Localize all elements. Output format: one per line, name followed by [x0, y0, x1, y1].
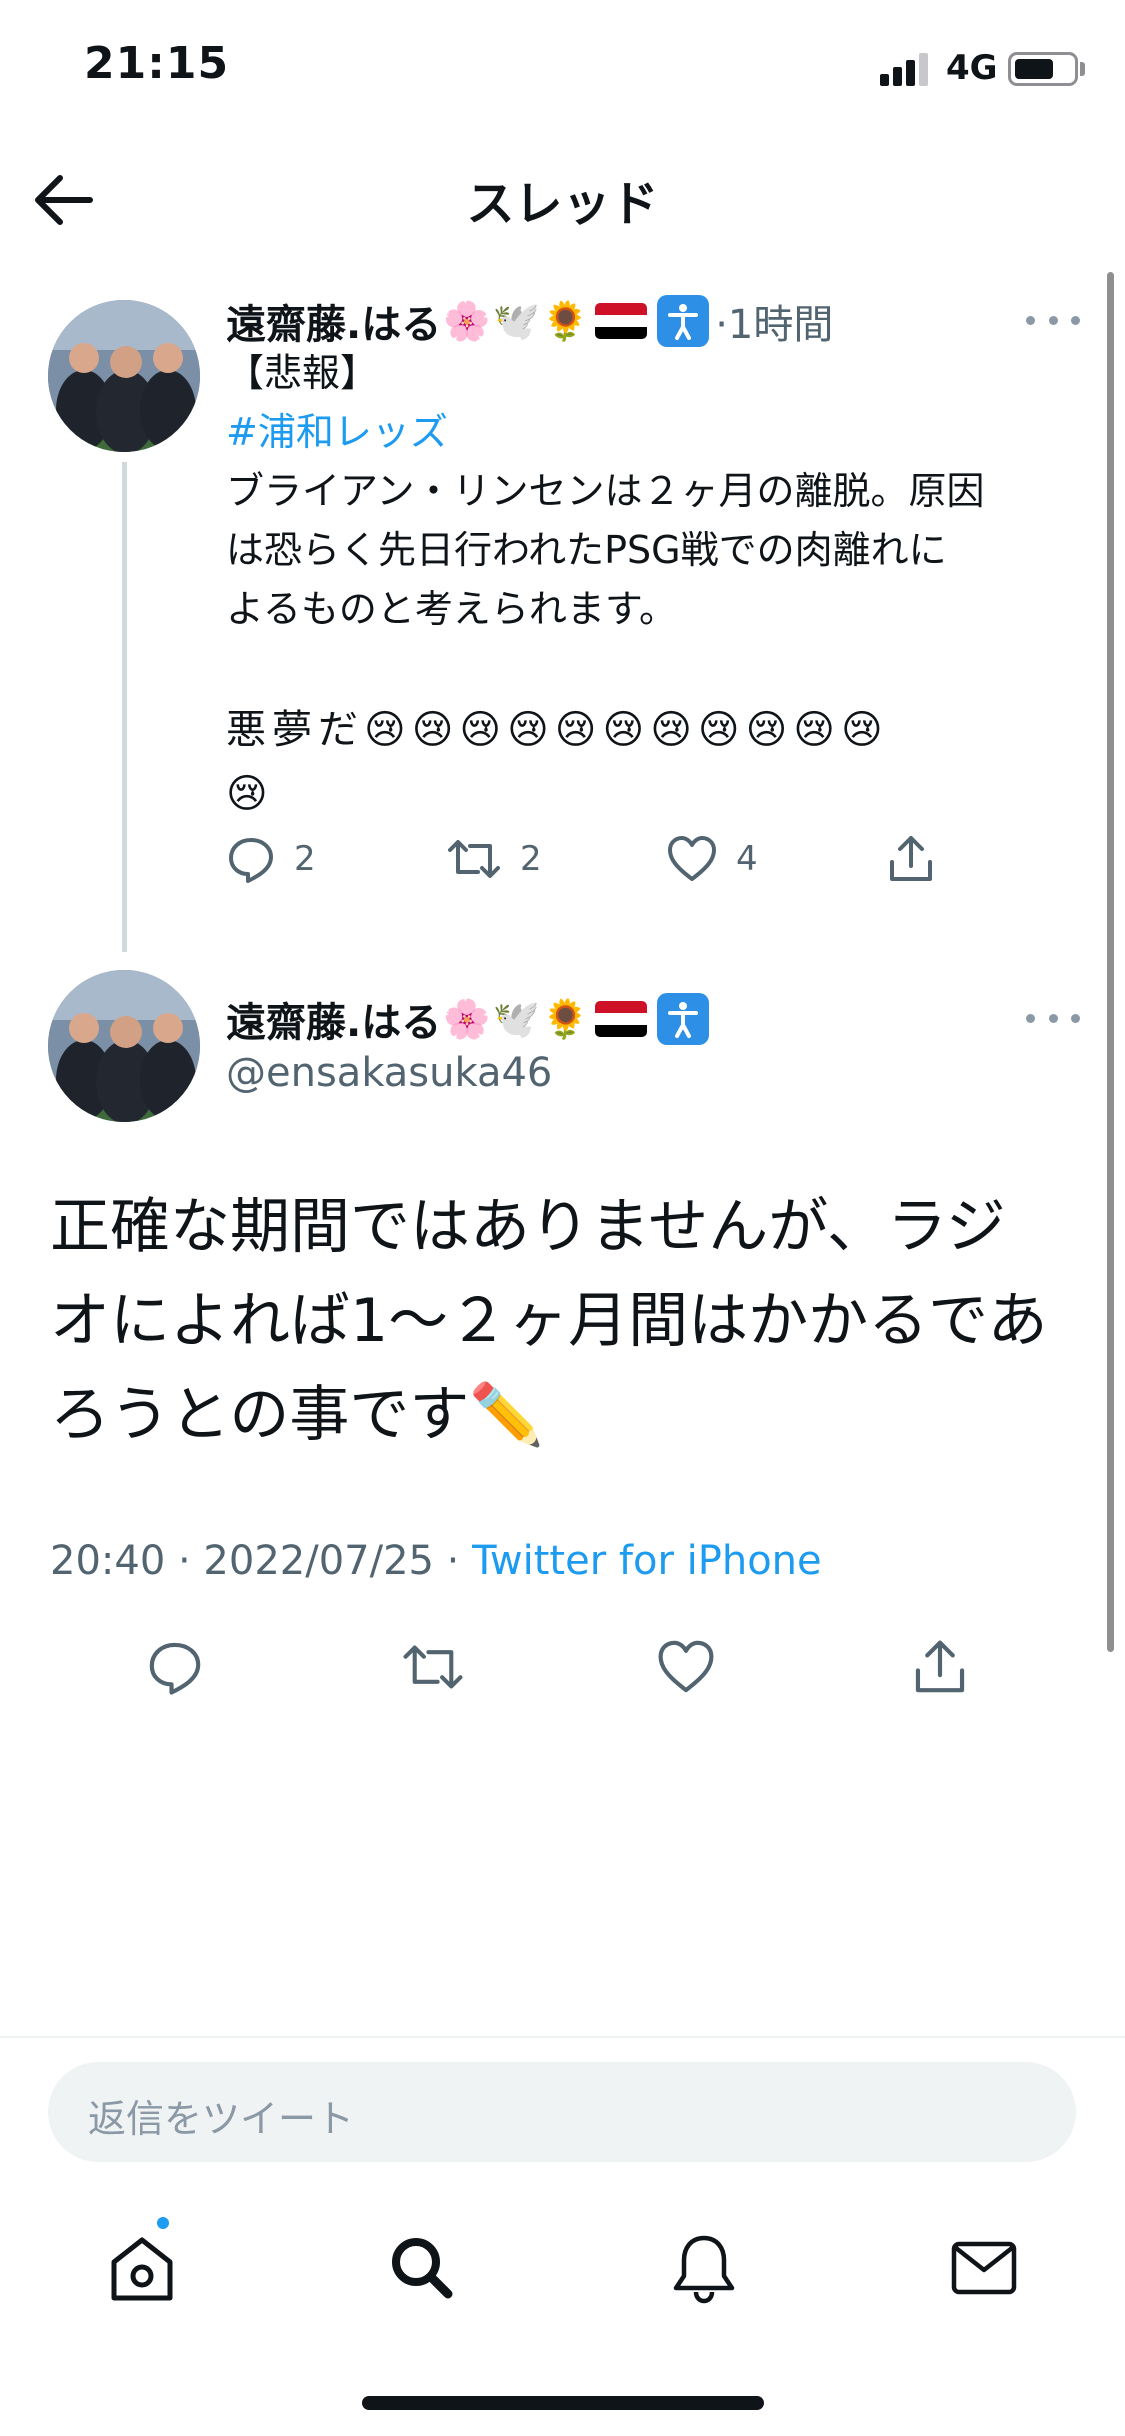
heart-icon [658, 1640, 714, 1693]
tweet-line: よるものと考えられます。 [226, 587, 678, 631]
tweet-timestamp: 20:40 · 2022/07/25 · [50, 1538, 473, 1584]
sunflower-emoji: 🌻 [541, 298, 590, 343]
divider [0, 2036, 1125, 2038]
status-bar: 21:15 4G [0, 0, 1125, 140]
display-name[interactable]: 遠齋藤.はる [226, 990, 441, 1048]
share-button[interactable] [911, 1638, 969, 1696]
avatar[interactable] [48, 970, 200, 1122]
battery-cap [1080, 62, 1085, 76]
header: スレッド [0, 140, 1125, 260]
heart-icon [668, 836, 716, 881]
reply-input[interactable]: 返信をツイート [48, 2062, 1076, 2162]
page-title: スレッド [466, 176, 659, 232]
reply-icon [229, 838, 273, 883]
new-content-dot [154, 2214, 172, 2232]
accessibility-icon [657, 993, 710, 1045]
tweet-source-link[interactable]: Twitter for iPhone [472, 1538, 822, 1584]
sunflower-emoji: 🌻 [541, 996, 590, 1041]
tweet-line: 悪夢だ😢😢😢😢😢😢😢😢😢😢😢 [226, 707, 889, 753]
like-count: 4 [736, 839, 758, 879]
tab-messages[interactable] [944, 2228, 1024, 2308]
retweet-button[interactable] [401, 1638, 656, 1696]
share-icon [915, 1640, 965, 1693]
tab-home[interactable] [102, 2228, 182, 2308]
share-button[interactable] [886, 834, 936, 884]
tweet-meta: 20:40 · 2022/07/25 · Twitter for iPhone [50, 1538, 822, 1584]
like-button[interactable]: 4 [666, 834, 886, 884]
more-options-icon[interactable] [1026, 310, 1080, 330]
reply-placeholder: 返信をツイート [88, 2097, 355, 2141]
egypt-flag-icon [595, 1001, 648, 1037]
egypt-flag-icon [595, 303, 648, 339]
reply-button[interactable]: 2 [226, 834, 446, 884]
home-indicator [362, 2396, 764, 2410]
tweet-line: 正確な期間ではありませんが、ラジ [50, 1192, 1006, 1262]
tweet-line: ろうとの事です✏️ [50, 1380, 545, 1450]
tweet-blank-line [226, 639, 1066, 698]
scrollbar[interactable] [1107, 272, 1114, 1652]
dove-emoji: 🕊️ [492, 996, 540, 1041]
display-name[interactable]: 遠齋藤.はる [226, 292, 441, 350]
tweet-line: 😢 [226, 771, 274, 817]
avatar[interactable] [48, 300, 200, 452]
search-icon [392, 2238, 453, 2299]
share-icon [890, 836, 932, 881]
network-type: 4G [946, 48, 998, 88]
tweet1-author-row[interactable]: 遠齋藤.はる 🌸 🕊️ 🌻 ·1時間 [226, 292, 833, 350]
messages-icon [951, 2241, 1017, 2295]
dove-emoji: 🕊️ [492, 298, 540, 343]
reply-icon [149, 1642, 201, 1695]
accessibility-icon [657, 295, 710, 347]
flower-emoji: 🌸 [443, 996, 491, 1041]
tweet2-text: 正確な期間ではありませんが、ラジ オによれば1〜２ヶ月間はかかるであ ろうとの事… [50, 1180, 1090, 1462]
retweet-count: 2 [520, 839, 542, 879]
tweet-line: オによれば1〜２ヶ月間はかかるであ [50, 1286, 1048, 1356]
tab-search[interactable] [382, 2228, 462, 2308]
notifications-icon [673, 2235, 735, 2304]
home-icon [111, 2237, 173, 2301]
flower-emoji: 🌸 [443, 298, 491, 343]
thread-line [122, 462, 127, 952]
battery-icon [1008, 52, 1078, 86]
tweet-time[interactable]: ·1時間 [715, 292, 833, 350]
retweet-icon [403, 1645, 463, 1689]
signal-icon [880, 52, 932, 86]
reply-count: 2 [294, 839, 316, 879]
tweet-line: ブライアン・リンセンは２ヶ月の離脱。原因 [226, 469, 985, 513]
tweet-line: は恐らく先日行われたPSG戦での肉離れに [226, 528, 947, 572]
hashtag-link[interactable]: #浦和レッズ [226, 403, 1066, 462]
more-options-icon[interactable] [1026, 1008, 1080, 1028]
tweet2-actions [146, 1638, 969, 1696]
tweet-line: 【悲報】 [226, 351, 379, 395]
reply-button[interactable] [146, 1638, 401, 1696]
tab-notifications[interactable] [664, 2228, 744, 2308]
like-button[interactable] [656, 1638, 911, 1696]
user-handle[interactable]: @ensakasuka46 [226, 1050, 552, 1096]
retweet-icon [448, 840, 500, 878]
tweet1-text: 【悲報】 #浦和レッズ ブライアン・リンセンは２ヶ月の離脱。原因 は恐らく先日行… [226, 344, 1066, 826]
tweet1-actions: 2 2 4 [226, 834, 936, 884]
status-time: 21:15 [84, 38, 230, 89]
retweet-button[interactable]: 2 [446, 834, 666, 884]
tweet2-author-row[interactable]: 遠齋藤.はる 🌸 🕊️ 🌻 [226, 990, 710, 1048]
